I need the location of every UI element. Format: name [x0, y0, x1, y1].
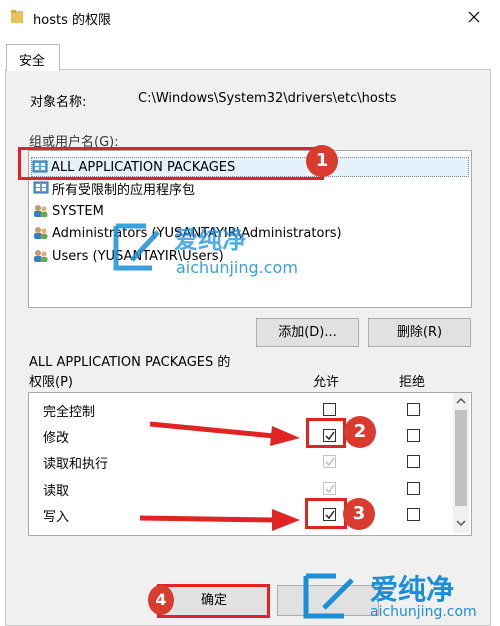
close-button[interactable] — [462, 6, 486, 28]
object-name-value: C:\Windows\System32\drivers\etc\hosts — [138, 91, 397, 106]
allow-checkbox-read-execute — [323, 455, 336, 468]
app-package-icon — [33, 181, 49, 195]
scroll-thumb[interactable] — [455, 410, 467, 506]
group-item-system[interactable]: SYSTEM — [33, 202, 104, 220]
permission-label: 完全控制 — [43, 405, 96, 420]
group-item-label: 所有受限制的应用程序包 — [52, 182, 196, 198]
users-group-icon — [33, 226, 49, 240]
close-icon — [468, 11, 480, 23]
watermark-url: aichunjing.com — [176, 258, 298, 277]
permission-label: 读取 — [43, 484, 70, 499]
arrow-icon — [139, 509, 300, 531]
window-title: hosts 的权限 — [33, 13, 111, 28]
checkmark-icon — [325, 457, 335, 467]
watermark-logo-icon — [303, 573, 354, 619]
folder-icon — [11, 10, 23, 23]
remove-button[interactable]: 删除(R) — [368, 318, 471, 347]
deny-checkbox-read[interactable] — [407, 482, 420, 495]
deny-checkbox-modify[interactable] — [407, 429, 420, 442]
watermark-logo-icon — [113, 223, 160, 271]
arrow-icon — [149, 421, 300, 446]
allow-checkbox-full-control[interactable] — [323, 403, 336, 416]
highlight-box — [306, 418, 346, 448]
users-group-icon — [33, 204, 49, 218]
permissions-subtitle: 权限(P) — [29, 375, 73, 390]
tab-security[interactable]: 安全 — [6, 44, 60, 71]
allow-checkbox-read — [323, 482, 336, 495]
watermark-brand: 爱纯净 — [174, 226, 246, 254]
deny-column-header: 拒绝 — [399, 375, 426, 390]
permission-label: 写入 — [43, 510, 70, 525]
step-badge: 1 — [306, 145, 338, 177]
watermark-brand: 爱纯净 — [370, 573, 455, 606]
tab-security-label: 安全 — [19, 54, 46, 69]
permission-label: 读取和执行 — [43, 457, 109, 472]
highlight-box — [305, 498, 347, 529]
deny-checkbox-read-execute[interactable] — [407, 455, 420, 468]
group-item-label: SYSTEM — [52, 203, 104, 219]
add-button[interactable]: 添加(D)... — [256, 318, 359, 347]
step-badge: 4 — [148, 585, 174, 615]
object-name-label: 对象名称: — [30, 95, 87, 110]
deny-checkbox-full-control[interactable] — [407, 403, 420, 416]
checkmark-icon — [325, 484, 335, 494]
permission-label: 修改 — [43, 431, 70, 446]
highlight-box — [18, 147, 324, 180]
permissions-title: ALL APPLICATION PACKAGES 的 — [29, 355, 231, 370]
step-badge: 3 — [343, 498, 375, 530]
watermark-url: aichunjing.com — [370, 604, 477, 620]
group-item-restricted-apps[interactable]: 所有受限制的应用程序包 — [33, 179, 196, 198]
deny-checkbox-write[interactable] — [407, 508, 420, 521]
step-badge: 2 — [344, 416, 376, 448]
users-group-icon — [33, 249, 49, 263]
allow-column-header: 允许 — [313, 375, 340, 390]
